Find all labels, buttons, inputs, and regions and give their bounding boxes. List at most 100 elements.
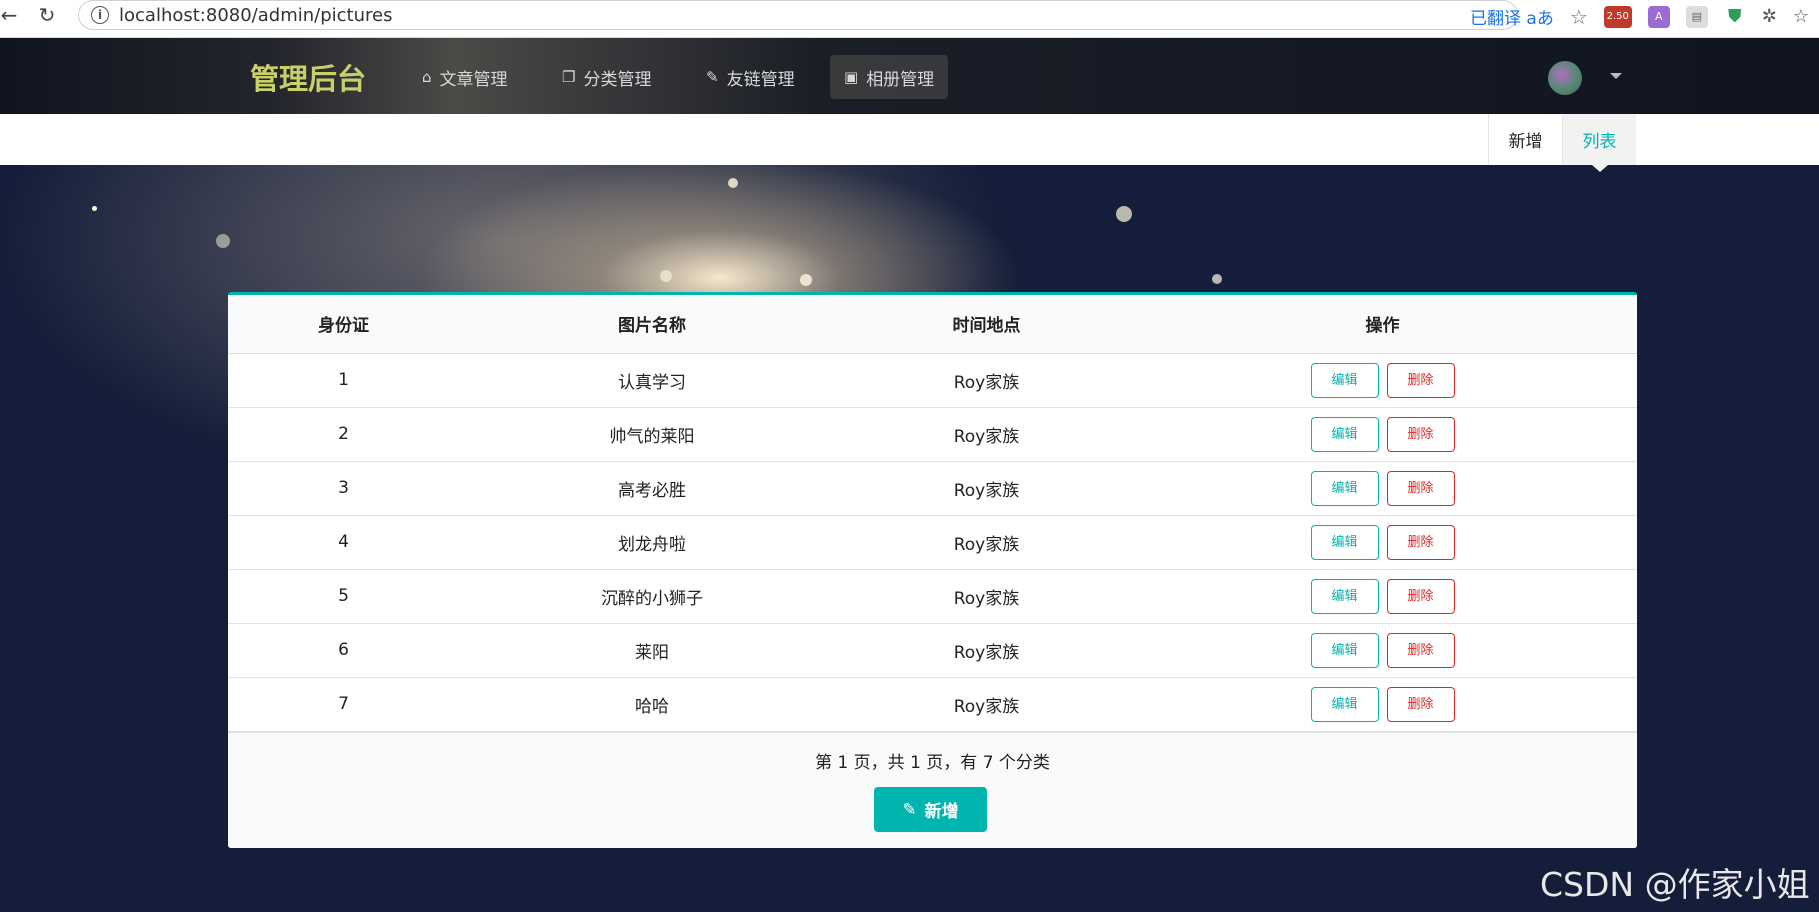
edit-button[interactable]: 编辑 bbox=[1310, 686, 1379, 722]
cell-name: 哈哈 bbox=[459, 677, 845, 732]
extension-badge-icon[interactable]: 2.50 bbox=[1603, 5, 1632, 28]
extension-shield-icon[interactable]: ⛊ bbox=[1723, 5, 1746, 28]
sparkle bbox=[92, 206, 97, 211]
sparkle bbox=[728, 178, 738, 188]
favorites-icon[interactable]: ☆ bbox=[1793, 6, 1809, 27]
cell-place: Roy家族 bbox=[845, 353, 1128, 408]
extensions-puzzle-icon[interactable]: ✲ bbox=[1762, 6, 1777, 27]
translate-indicator[interactable]: 已翻译 aあ bbox=[1470, 4, 1554, 29]
cell-actions: 编辑 删除 bbox=[1128, 407, 1637, 462]
cell-name: 认真学习 bbox=[459, 353, 845, 408]
cell-name: 划龙舟啦 bbox=[459, 515, 845, 570]
cell-id: 6 bbox=[228, 623, 459, 678]
cell-place: Roy家族 bbox=[845, 407, 1128, 462]
cell-place: Roy家族 bbox=[845, 677, 1128, 732]
cell-actions: 编辑 删除 bbox=[1128, 677, 1637, 732]
avatar[interactable] bbox=[1548, 61, 1582, 95]
table-footer: 第 1 页，共 1 页，有 7 个分类 ✎ 新增 bbox=[228, 732, 1637, 848]
bookmark-star-icon[interactable]: ☆ bbox=[1570, 5, 1588, 29]
site-header: 管理后台 ⌂ 文章管理 ❐ 分类管理 ✎ 友链管理 ▣ 相册管理 bbox=[0, 38, 1819, 114]
menu-item-articles[interactable]: ⌂ 文章管理 bbox=[408, 55, 522, 99]
cell-actions: 编辑 删除 bbox=[1128, 353, 1637, 408]
delete-button[interactable]: 删除 bbox=[1386, 524, 1455, 560]
pictures-table-card: 身份证 图片名称 时间地点 操作 1 认真学习 Roy家族 编辑 删除 2 帅气的莱阳 Roy… bbox=[228, 292, 1637, 848]
cell-place: Roy家族 bbox=[845, 515, 1128, 570]
menu-item-label: 友链管理 bbox=[726, 69, 795, 90]
tab-list[interactable]: 列表 bbox=[1562, 114, 1636, 165]
cell-id: 3 bbox=[228, 461, 459, 516]
column-header-id: 身份证 bbox=[228, 295, 459, 354]
cell-place: Roy家族 bbox=[845, 623, 1128, 678]
table-row: 1 认真学习 Roy家族 编辑 删除 bbox=[228, 353, 1637, 408]
image-icon: ▣ bbox=[844, 68, 859, 86]
cell-id: 5 bbox=[228, 569, 459, 624]
sparkle bbox=[800, 274, 812, 286]
menu-item-label: 相册管理 bbox=[866, 69, 935, 90]
add-button-label: 新增 bbox=[924, 802, 959, 822]
home-icon: ⌂ bbox=[422, 68, 432, 86]
url-text: localhost:8080/admin/pictures bbox=[119, 4, 393, 26]
cell-place: Roy家族 bbox=[845, 569, 1128, 624]
delete-button[interactable]: 删除 bbox=[1386, 362, 1455, 398]
edit-button[interactable]: 编辑 bbox=[1310, 362, 1379, 398]
edit-button[interactable]: 编辑 bbox=[1310, 578, 1379, 614]
chevron-down-icon[interactable] bbox=[1610, 73, 1622, 79]
delete-button[interactable]: 删除 bbox=[1386, 416, 1455, 452]
cell-actions: 编辑 删除 bbox=[1128, 569, 1637, 624]
translate-icon: aあ bbox=[1526, 9, 1554, 29]
edit-button[interactable]: 编辑 bbox=[1310, 470, 1379, 506]
extension-doc-icon[interactable]: ▤ bbox=[1685, 5, 1708, 28]
edit-button[interactable]: 编辑 bbox=[1310, 632, 1379, 668]
site-info-icon[interactable]: i bbox=[91, 6, 109, 24]
cell-id: 7 bbox=[228, 677, 459, 732]
pictures-table: 身份证 图片名称 时间地点 操作 1 认真学习 Roy家族 编辑 删除 2 帅气的莱阳 Roy… bbox=[228, 295, 1637, 732]
delete-button[interactable]: 删除 bbox=[1386, 632, 1455, 668]
menu-item-albums[interactable]: ▣ 相册管理 bbox=[830, 55, 949, 99]
sparkle bbox=[1212, 274, 1222, 284]
table-row: 6 莱阳 Roy家族 编辑 删除 bbox=[228, 623, 1637, 678]
edit-button[interactable]: 编辑 bbox=[1310, 524, 1379, 560]
sparkle bbox=[216, 234, 230, 248]
table-row: 2 帅气的莱阳 Roy家族 编辑 删除 bbox=[228, 407, 1637, 462]
tab-label: 新增 bbox=[1508, 132, 1543, 152]
menu-item-categories[interactable]: ❐ 分类管理 bbox=[548, 55, 665, 99]
tab-add[interactable]: 新增 bbox=[1488, 114, 1562, 165]
table-row: 3 高考必胜 Roy家族 编辑 删除 bbox=[228, 461, 1637, 516]
translate-label: 已翻译 bbox=[1470, 9, 1521, 29]
cell-id: 1 bbox=[228, 353, 459, 408]
cell-name: 莱阳 bbox=[459, 623, 845, 678]
column-header-actions: 操作 bbox=[1128, 295, 1637, 354]
menu-item-label: 文章管理 bbox=[439, 69, 508, 90]
edit-button[interactable]: 编辑 bbox=[1310, 416, 1379, 452]
site-logo[interactable]: 管理后台 bbox=[250, 56, 366, 98]
pagination-info: 第 1 页，共 1 页，有 7 个分类 bbox=[815, 753, 1050, 773]
table-row: 5 沉醉的小狮子 Roy家族 编辑 删除 bbox=[228, 569, 1637, 624]
add-picture-button[interactable]: ✎ 新增 bbox=[874, 787, 987, 832]
menu-item-label: 分类管理 bbox=[583, 69, 652, 90]
sparkle bbox=[660, 270, 672, 282]
delete-button[interactable]: 删除 bbox=[1386, 686, 1455, 722]
delete-button[interactable]: 删除 bbox=[1386, 470, 1455, 506]
sparkle bbox=[1116, 206, 1132, 222]
cell-name: 高考必胜 bbox=[459, 461, 845, 516]
cell-id: 4 bbox=[228, 515, 459, 570]
column-header-place: 时间地点 bbox=[845, 295, 1128, 354]
sub-navigation: 新增 列表 bbox=[0, 114, 1819, 165]
address-bar[interactable]: i localhost:8080/admin/pictures bbox=[78, 0, 1518, 30]
extension-translate-icon[interactable]: A bbox=[1647, 5, 1670, 28]
cell-actions: 编辑 删除 bbox=[1128, 515, 1637, 570]
delete-button[interactable]: 删除 bbox=[1386, 578, 1455, 614]
back-arrow-icon[interactable]: ← bbox=[0, 0, 24, 30]
browser-toolbar: ← ↻ i localhost:8080/admin/pictures 已翻译 … bbox=[0, 0, 1819, 38]
pencil-icon: ✎ bbox=[706, 68, 719, 86]
menu-item-links[interactable]: ✎ 友链管理 bbox=[692, 55, 809, 99]
reload-icon[interactable]: ↻ bbox=[32, 0, 62, 30]
table-row: 7 哈哈 Roy家族 编辑 删除 bbox=[228, 677, 1637, 732]
tab-label: 列表 bbox=[1582, 132, 1617, 152]
column-header-name: 图片名称 bbox=[459, 295, 845, 354]
active-tab-pointer bbox=[1592, 165, 1608, 172]
pencil-icon: ✎ bbox=[902, 799, 917, 820]
cell-name: 沉醉的小狮子 bbox=[459, 569, 845, 624]
copy-icon: ❐ bbox=[562, 68, 576, 86]
watermark: CSDN @作家小姐 bbox=[1540, 865, 1810, 904]
